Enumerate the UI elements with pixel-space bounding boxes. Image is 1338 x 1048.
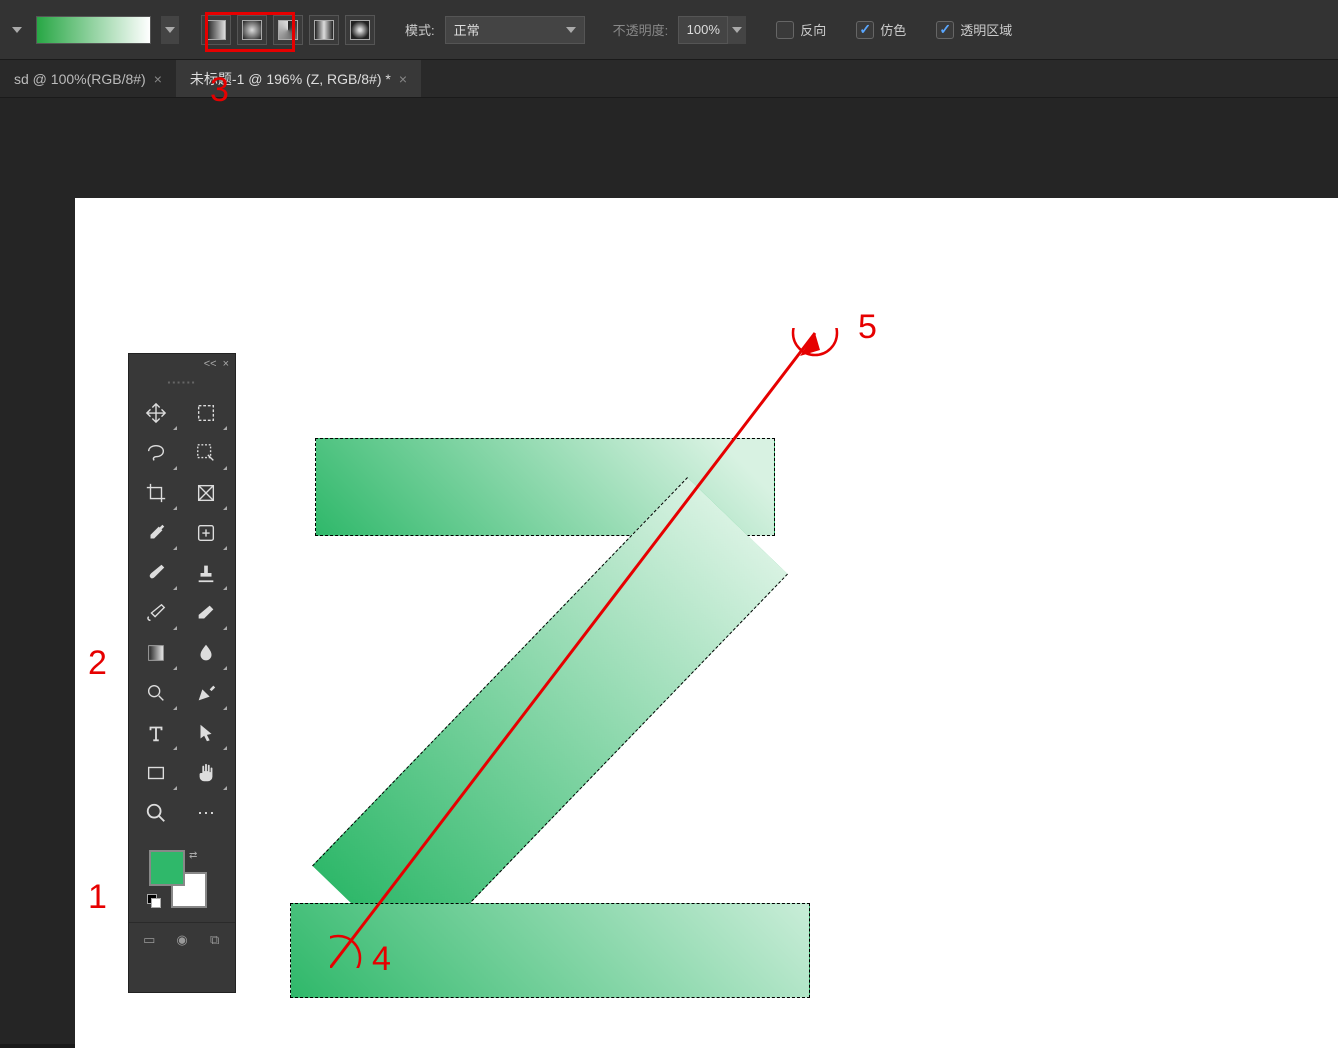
gradient-type-group — [201, 15, 375, 45]
reflected-gradient-icon — [314, 20, 334, 40]
stamp-tool[interactable] — [183, 554, 229, 592]
close-icon[interactable]: × — [399, 71, 407, 87]
path-select-tool[interactable] — [183, 714, 229, 752]
blend-mode-value: 正常 — [454, 20, 480, 39]
screen-mode-icon[interactable]: ⧉ — [205, 931, 225, 949]
chevron-down-icon — [12, 27, 22, 33]
crop-tool[interactable] — [133, 474, 179, 512]
gradient-radial-button[interactable] — [237, 15, 267, 45]
more-tool[interactable]: ⋯ — [183, 794, 229, 832]
gradient-diamond-button[interactable] — [345, 15, 375, 45]
brush-tool[interactable] — [133, 554, 179, 592]
transparency-checkbox[interactable] — [936, 21, 954, 39]
frame-tool[interactable] — [183, 474, 229, 512]
z-diagonal — [312, 477, 788, 963]
radial-gradient-icon — [242, 20, 262, 40]
options-bar: 模式: 正常 不透明度: 100% 反向 仿色 透明区域 — [0, 0, 1338, 60]
opacity-input[interactable]: 100% — [678, 16, 728, 44]
collapse-icon[interactable]: << — [204, 358, 217, 370]
workspace: << × ▪▪▪▪▪▪ ⋯ — [0, 98, 1338, 1044]
hand-tool[interactable] — [183, 754, 229, 792]
angle-gradient-icon — [278, 20, 298, 40]
gradient-tool[interactable] — [133, 634, 179, 672]
pen-tool[interactable] — [183, 674, 229, 712]
chevron-down-icon — [566, 27, 576, 33]
document-tab[interactable]: 未标题-1 @ 196% (Z, RGB/8#) * × — [176, 60, 421, 97]
healing-brush-tool[interactable] — [183, 514, 229, 552]
chevron-down-icon — [165, 27, 175, 33]
default-colors-icon[interactable] — [147, 894, 159, 906]
blend-mode-select[interactable]: 正常 — [445, 16, 585, 44]
document-tab[interactable]: sd @ 100%(RGB/8#) × — [0, 60, 176, 97]
dodge-tool[interactable] — [133, 674, 179, 712]
transparency-label: 透明区域 — [960, 20, 1012, 39]
eyedropper-tool[interactable] — [133, 514, 179, 552]
linear-gradient-icon — [206, 20, 226, 40]
swap-colors-icon[interactable]: ⇄ — [189, 850, 197, 861]
opacity-label: 不透明度: — [613, 20, 669, 39]
opacity-dropdown[interactable] — [728, 16, 746, 44]
gradient-linear-button[interactable] — [201, 15, 231, 45]
tool-preset-dropdown[interactable] — [8, 27, 26, 33]
gradient-dropdown[interactable] — [161, 16, 179, 44]
close-icon[interactable]: × — [223, 358, 229, 370]
blur-tool[interactable] — [183, 634, 229, 672]
document-tab-bar: sd @ 100%(RGB/8#) × 未标题-1 @ 196% (Z, RGB… — [0, 60, 1338, 98]
dither-label: 仿色 — [880, 20, 906, 39]
zoom-tool[interactable] — [133, 794, 179, 832]
history-brush-tool[interactable] — [133, 594, 179, 632]
foreground-color-swatch[interactable] — [149, 850, 185, 886]
close-icon[interactable]: × — [154, 71, 162, 87]
mode-label: 模式: — [405, 20, 435, 39]
eraser-tool[interactable] — [183, 594, 229, 632]
toolbox-panel: << × ▪▪▪▪▪▪ ⋯ — [128, 353, 236, 993]
rectangle-tool[interactable] — [133, 754, 179, 792]
z-bottom-bar — [290, 903, 810, 998]
type-tool[interactable] — [133, 714, 179, 752]
marquee-tool[interactable] — [183, 394, 229, 432]
reverse-label: 反向 — [800, 20, 826, 39]
gradient-picker[interactable] — [36, 16, 151, 44]
reverse-checkbox[interactable] — [776, 21, 794, 39]
dither-checkbox[interactable] — [856, 21, 874, 39]
diamond-gradient-icon — [350, 20, 370, 40]
quick-select-tool[interactable] — [183, 434, 229, 472]
toolbox-header: << × — [129, 354, 235, 374]
gradient-angle-button[interactable] — [273, 15, 303, 45]
edit-toolbar-icon[interactable]: ▭ — [139, 931, 159, 949]
quick-mask-icon[interactable]: ◉ — [172, 931, 192, 949]
z-selection — [290, 438, 810, 998]
lasso-tool[interactable] — [133, 434, 179, 472]
color-swatches: ⇄ — [129, 846, 235, 916]
move-tool[interactable] — [133, 394, 179, 432]
gradient-reflected-button[interactable] — [309, 15, 339, 45]
panel-grip[interactable]: ▪▪▪▪▪▪ — [129, 374, 235, 390]
chevron-down-icon — [732, 27, 742, 33]
